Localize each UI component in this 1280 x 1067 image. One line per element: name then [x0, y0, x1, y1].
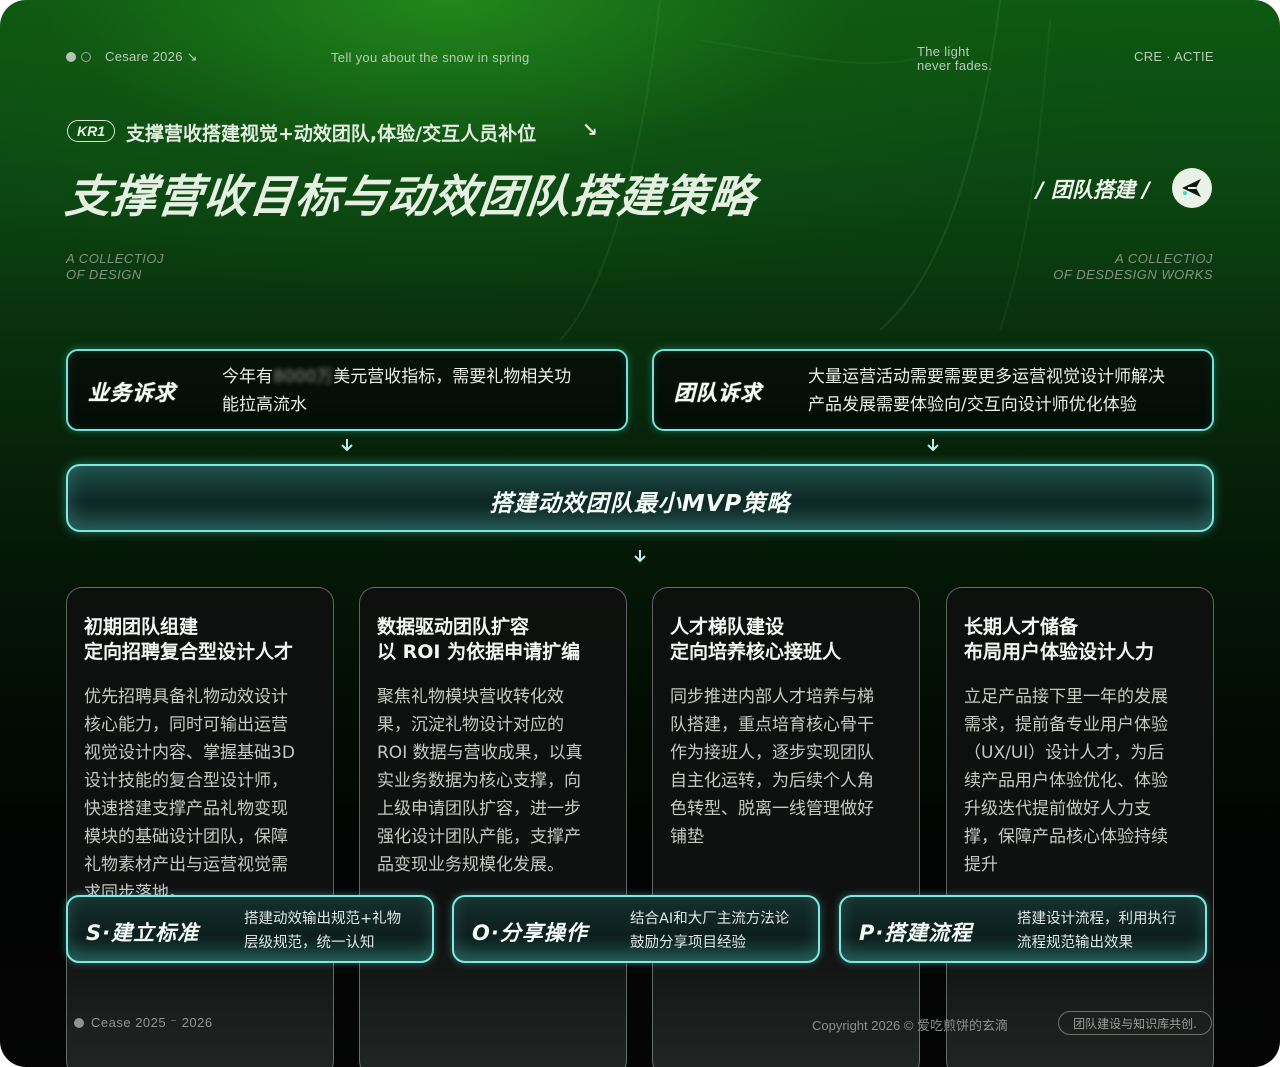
- filled-dot-icon: [66, 52, 76, 62]
- sop-description: 结合AI和大厂主流方法论 鼓励分享项目经验: [630, 911, 790, 951]
- sop-label: P·搭建流程: [859, 921, 973, 945]
- sop-description: 搭建设计流程，利用执行 流程规范输出效果: [1017, 911, 1177, 951]
- sop-card-share: O·分享操作 结合AI和大厂主流方法论 鼓励分享项目经验: [452, 895, 820, 963]
- column-title: 长期人才储备: [964, 616, 1079, 638]
- column-body: 优先招聘具备礼物动效设计 核心能力，同时可输出运营 视觉设计内容、掌握基础3D 设计技…: [84, 687, 295, 903]
- collection-right: A COLLECTIOJ OF DESDESIGN WORKS: [1053, 251, 1213, 282]
- column-subtitle: 定向招聘复合型设计人才: [84, 641, 294, 663]
- mvp-banner: 搭建动效团队最小MVP策略: [66, 464, 1214, 532]
- column-subtitle: 布局用户体验设计人力: [964, 641, 1155, 663]
- sop-card-standard: S·建立标准 搭建动效输出规范+礼物 层级规范，统一认知: [66, 895, 434, 963]
- column-title: 人才梯队建设: [670, 616, 785, 638]
- need-label: 团队诉求: [674, 381, 762, 405]
- mvp-title: 搭建动效团队最小MVP策略: [489, 491, 791, 517]
- footer-dot-icon: [74, 1018, 84, 1028]
- sop-card-process: P·搭建流程 搭建设计流程，利用执行 流程规范输出效果: [839, 895, 1207, 963]
- section-tag: / 团队搭建 /: [1036, 178, 1150, 202]
- column-body: 立足产品接下里一年的发展 需求，提前备专业用户体验 （UX/UI）设计人才，为后 续产…: [964, 687, 1168, 875]
- business-need-card: 业务诉求 今年有8000万美元营收指标，需要礼物相关功 能拉高流水: [66, 349, 628, 431]
- down-arrow-icon: [925, 437, 941, 457]
- arrow-down-right-icon: ↘: [186, 49, 198, 64]
- down-arrow-icon: [339, 437, 355, 457]
- footer-copyright: Copyright 2026 © 爱吃煎饼的玄滴: [812, 1018, 1008, 1033]
- blurred-amount: 8000万: [273, 367, 334, 387]
- collection-left: A COLLECTIOJ OF DESIGN: [66, 251, 164, 282]
- sop-label: O·分享操作: [472, 921, 588, 945]
- column-body: 聚焦礼物模块营收转化效 果，沉淀礼物设计对应的 ROI 数据与营收成果，以真 实业务数…: [377, 687, 583, 875]
- down-arrow-icon: [632, 548, 648, 568]
- footer-tag: 团队建设与知识库共创.: [1058, 1011, 1212, 1035]
- need-label: 业务诉求: [88, 381, 176, 405]
- footer-years: Cease 2025 ⁻ 2026: [91, 1015, 213, 1030]
- column-title: 数据驱动团队扩容: [377, 616, 530, 638]
- column-title: 初期团队组建: [84, 616, 199, 638]
- strategy-column: 数据驱动团队扩容 以 ROI 为依据申请扩编 聚焦礼物模块营收转化效 果，沉淀礼物…: [359, 587, 627, 1067]
- strategy-column: 长期人才储备 布局用户体验设计人力 立足产品接下里一年的发展 需求，提前备专业用户…: [946, 587, 1214, 1067]
- kr-text: 支撑营收搭建视觉+动效团队,体验/交互人员补位: [126, 123, 537, 145]
- outline-dot-icon: [81, 52, 91, 62]
- team-need-card: 团队诉求 大量运营活动需要需要更多运营视觉设计师解决 产品发展需要体验向/交互向…: [652, 349, 1214, 431]
- arrow-down-right-icon: ↘: [582, 119, 598, 141]
- need-description: 大量运营活动需要需要更多运营视觉设计师解决 产品发展需要体验向/交互向设计师优化…: [808, 367, 1165, 415]
- strategy-column: 人才梯队建设 定向培养核心接班人 同步推进内部人才培养与梯 队搭建，重点培育核心骨…: [652, 587, 920, 1067]
- tagline: Tell you about the snow in spring: [331, 50, 530, 65]
- column-subtitle: 定向培养核心接班人: [670, 641, 842, 663]
- page-title: 支撑营收目标与动效团队搭建策略: [62, 170, 759, 223]
- column-subtitle: 以 ROI 为依据申请扩编: [377, 641, 581, 663]
- sop-label: S·建立标准: [86, 921, 200, 945]
- plane-icon: [1172, 168, 1212, 208]
- quote: The light never fades.: [917, 44, 993, 73]
- right-label: CRE · ACTIE: [1134, 49, 1214, 64]
- kr-badge: KR1: [67, 120, 115, 142]
- brand-label: Cesare 2026 ↘: [105, 49, 198, 64]
- need-description: 今年有8000万美元营收指标，需要礼物相关功 能拉高流水: [222, 367, 572, 415]
- sop-description: 搭建动效输出规范+礼物 层级规范，统一认知: [244, 911, 402, 951]
- strategy-column: 初期团队组建 定向招聘复合型设计人才 优先招聘具备礼物动效设计 核心能力，同时可输…: [66, 587, 334, 1067]
- column-body: 同步推进内部人才培养与梯 队搭建，重点培育核心骨干 作为接班人，逐步实现团队 自主化运…: [670, 687, 874, 847]
